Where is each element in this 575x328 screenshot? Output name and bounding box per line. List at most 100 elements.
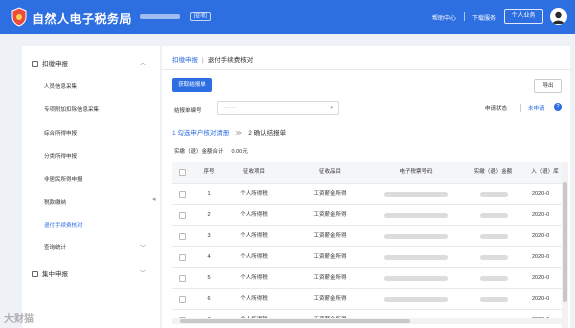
document-icon bbox=[32, 61, 38, 67]
sidebar-item-tax-payment[interactable]: 税款缴纳 bbox=[44, 198, 66, 206]
column-header: 入（退）库 bbox=[531, 169, 559, 175]
masked-ticket-number bbox=[384, 297, 448, 302]
role-badge: [征收] bbox=[190, 12, 211, 21]
step-arrow-icon: ≫ bbox=[235, 130, 243, 137]
chevron-down-icon[interactable]: ﹀ bbox=[140, 268, 146, 277]
step-indicator: 1 勾选申户核对清册 ≫ 2 确认结报单 bbox=[172, 127, 286, 137]
table-row[interactable]: 1 个人所得税 工资薪金所得 2020-0 bbox=[172, 184, 562, 205]
sidebar-item-classified-income[interactable]: 分类所得申报 bbox=[44, 152, 77, 160]
sidebar-item-comprehensive-income[interactable]: 综合所得申报 bbox=[44, 129, 77, 137]
app-title: 自然人电子税务局 bbox=[32, 12, 133, 26]
masked-ticket-number bbox=[384, 255, 448, 260]
row-number: 5 bbox=[207, 275, 211, 281]
table-row[interactable]: 2 个人所得税 工资薪金所得 2020-0 bbox=[172, 205, 562, 226]
sidebar-item-personnel-info[interactable]: 人员信息采集 bbox=[44, 82, 77, 90]
step-2: 2 确认结报单 bbox=[248, 130, 287, 137]
row-date: 2020-0 bbox=[532, 296, 550, 302]
row-date: 2020-0 bbox=[532, 212, 550, 218]
row-levy-item: 个人所得税 bbox=[240, 212, 268, 218]
chevron-down-icon[interactable]: ﹀ bbox=[140, 243, 146, 252]
divider bbox=[520, 104, 521, 112]
watermark: 大财猫 bbox=[4, 314, 34, 325]
table-row[interactable]: 4 个人所得税 工资薪金所得 2020-0 bbox=[172, 247, 562, 268]
row-date: 2020-0 bbox=[532, 233, 550, 239]
tax-emblem-icon bbox=[11, 7, 27, 27]
table-row[interactable]: 3 个人所得税 工资薪金所得 2020-0 bbox=[172, 226, 562, 247]
row-checkbox[interactable] bbox=[179, 296, 186, 303]
help-icon[interactable]: ? bbox=[554, 103, 562, 111]
statement-number-label: 结报单编号 bbox=[174, 108, 202, 114]
column-header: 征收品目 bbox=[318, 169, 341, 175]
masked-ticket-number bbox=[384, 213, 448, 218]
avatar[interactable] bbox=[550, 8, 567, 25]
row-levy-subitem: 工资薪金所得 bbox=[313, 254, 347, 260]
row-checkbox[interactable] bbox=[179, 191, 186, 198]
vertical-scrollbar[interactable] bbox=[562, 162, 568, 328]
sidebar-item-nonresident-income[interactable]: 非居民所得申报 bbox=[44, 175, 83, 183]
sidebar: 扣缴申报 ︿ 人员信息采集 专项附加扣除信息采集 综合所得申报 分类所得申报 非… bbox=[22, 46, 160, 328]
masked-amount bbox=[480, 234, 508, 239]
sidebar-item-fee-refund-check[interactable]: 退付手续费核对 bbox=[44, 221, 83, 229]
row-number: 1 bbox=[207, 191, 211, 197]
masked-amount bbox=[480, 192, 508, 197]
help-center-link[interactable]: 帮助中心 bbox=[432, 13, 456, 22]
breadcrumb-root[interactable]: 扣缴申报 bbox=[172, 57, 198, 64]
scrollbar-thumb[interactable] bbox=[180, 319, 410, 323]
breadcrumb-separator: | bbox=[202, 57, 204, 64]
sidebar-group-withholding[interactable]: 扣缴申报 bbox=[32, 58, 68, 68]
get-statement-button[interactable]: 获取结报单 bbox=[172, 78, 212, 92]
row-number: 3 bbox=[207, 233, 211, 239]
row-number: 2 bbox=[207, 212, 211, 218]
table-row[interactable]: 6 个人所得税 工资薪金所得 2020-0 bbox=[172, 289, 562, 310]
sidebar-group-centralized[interactable]: 集中申报 bbox=[32, 268, 68, 278]
folder-icon bbox=[32, 271, 38, 277]
row-levy-item: 个人所得税 bbox=[240, 233, 268, 239]
row-levy-item: 个人所得税 bbox=[240, 191, 268, 197]
table-header-row: 序号 征收项目 征收品目 电子税票号码 实缴（退）金额 入（退）库 bbox=[172, 162, 562, 184]
row-levy-subitem: 工资薪金所得 bbox=[313, 296, 347, 302]
step-1: 1 勾选申户核对清册 bbox=[172, 130, 230, 137]
top-header: 自然人电子税务局 [征收] 帮助中心 下载服务 个人业务 bbox=[0, 0, 575, 34]
export-button[interactable]: 导出 bbox=[534, 79, 562, 93]
row-checkbox[interactable] bbox=[179, 254, 186, 261]
row-checkbox[interactable] bbox=[179, 212, 186, 219]
masked-amount bbox=[480, 276, 508, 281]
sidebar-item-special-deduction[interactable]: 专项附加扣除信息采集 bbox=[44, 105, 99, 113]
column-header: 征收项目 bbox=[242, 169, 265, 175]
masked-user-name bbox=[140, 14, 180, 19]
chevron-down-icon: ▾ bbox=[330, 105, 333, 111]
total-value: 0.00元 bbox=[231, 149, 248, 155]
chevron-up-icon[interactable]: ︿ bbox=[140, 58, 146, 67]
row-checkbox[interactable] bbox=[179, 275, 186, 282]
sidebar-item-query-stats[interactable]: 查询统计 bbox=[44, 243, 66, 251]
personal-business-button[interactable]: 个人业务 bbox=[504, 9, 543, 24]
row-date: 2020-0 bbox=[532, 191, 550, 197]
column-header: 序号 bbox=[203, 169, 215, 175]
row-levy-subitem: 工资薪金所得 bbox=[313, 233, 347, 239]
row-checkbox[interactable] bbox=[179, 233, 186, 240]
sidebar-collapse-icon[interactable]: ◂ bbox=[152, 195, 156, 203]
horizontal-scrollbar[interactable] bbox=[172, 318, 562, 324]
row-levy-item: 个人所得税 bbox=[240, 254, 268, 260]
masked-amount bbox=[480, 297, 508, 302]
masked-amount bbox=[480, 255, 508, 260]
sidebar-group-label: 扣缴申报 bbox=[42, 61, 68, 68]
masked-ticket-number bbox=[384, 192, 448, 197]
column-header: 电子税票号码 bbox=[399, 169, 433, 175]
column-header: 实缴（退）金额 bbox=[473, 169, 513, 175]
table-row[interactable]: 5 个人所得税 工资薪金所得 2020-0 bbox=[172, 268, 562, 289]
masked-amount bbox=[480, 213, 508, 218]
row-date: 2020-0 bbox=[532, 275, 550, 281]
row-levy-item: 个人所得税 bbox=[240, 296, 268, 302]
scrollbar-thumb[interactable] bbox=[563, 182, 567, 302]
header-divider bbox=[464, 12, 465, 21]
row-levy-item: 个人所得税 bbox=[240, 275, 268, 281]
row-number: 6 bbox=[207, 296, 211, 302]
download-service-link[interactable]: 下载服务 bbox=[472, 13, 496, 22]
breadcrumb-current: 退付手续费核对 bbox=[207, 57, 254, 64]
statement-number-select[interactable]: --- --- ▾ bbox=[217, 101, 339, 115]
masked-ticket-number bbox=[384, 276, 448, 281]
total-amount: 实缴（退）金额合计 0.00元 bbox=[174, 147, 248, 155]
row-levy-subitem: 工资薪金所得 bbox=[313, 191, 347, 197]
select-all-checkbox[interactable] bbox=[179, 169, 186, 176]
